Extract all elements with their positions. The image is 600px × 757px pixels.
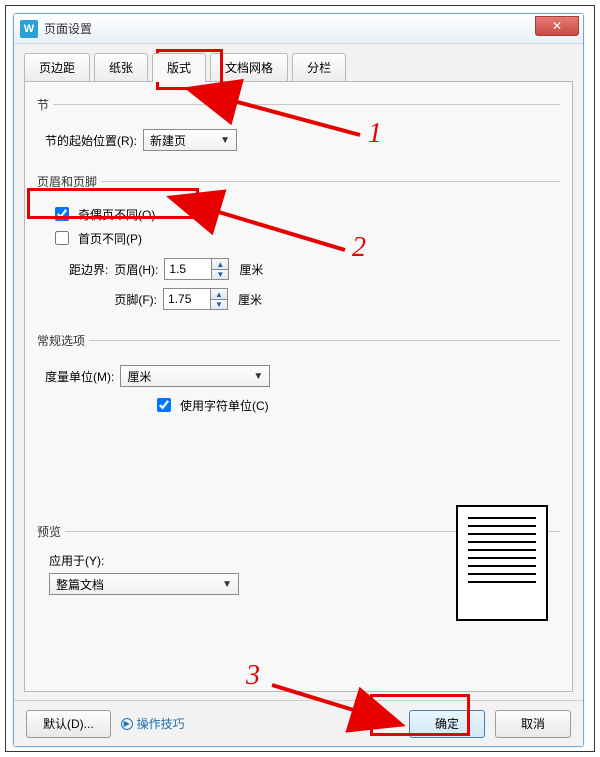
tab-paper[interactable]: 纸张 bbox=[94, 53, 148, 82]
close-button[interactable]: ✕ bbox=[535, 16, 579, 36]
header-footer-legend: 页眉和页脚 bbox=[37, 173, 101, 190]
spinner-down-icon[interactable]: ▼ bbox=[211, 299, 227, 309]
header-distance-spinner[interactable]: ▲ ▼ bbox=[164, 258, 229, 280]
window-title: 页面设置 bbox=[44, 20, 92, 37]
first-page-checkbox[interactable] bbox=[55, 231, 69, 245]
odd-even-checkbox[interactable] bbox=[55, 207, 69, 221]
tab-layout[interactable]: 版式 bbox=[152, 53, 206, 82]
char-unit-label: 使用字符单位(C) bbox=[180, 397, 269, 414]
titlebar: W 页面设置 ✕ bbox=[14, 14, 583, 44]
section-start-select[interactable]: 新建页 ▼ bbox=[143, 129, 237, 151]
distance-prefix: 距边界: bbox=[69, 261, 108, 278]
preview-page-icon bbox=[456, 505, 548, 621]
char-unit-checkbox[interactable] bbox=[157, 398, 171, 412]
measure-unit-label: 度量单位(M): bbox=[45, 368, 114, 385]
spinner-up-icon[interactable]: ▲ bbox=[212, 259, 228, 269]
tips-label: 操作技巧 bbox=[137, 715, 185, 732]
spinner-down-icon[interactable]: ▼ bbox=[212, 269, 228, 279]
section-start-value: 新建页 bbox=[150, 132, 186, 149]
measure-unit-value: 厘米 bbox=[127, 368, 151, 385]
content-area: 节 节的起始位置(R): 新建页 ▼ 页眉和页脚 奇偶页不同(O) 首页不同(P… bbox=[24, 81, 573, 692]
chevron-down-icon: ▼ bbox=[220, 135, 230, 146]
default-button[interactable]: 默认(D)... bbox=[26, 710, 111, 738]
tab-columns[interactable]: 分栏 bbox=[292, 53, 346, 82]
tabs: 页边距 纸张 版式 文档网格 分栏 bbox=[14, 44, 583, 81]
close-icon: ✕ bbox=[552, 19, 562, 33]
footer-unit: 厘米 bbox=[238, 291, 262, 308]
footer-distance-label: 页脚(F): bbox=[114, 291, 157, 308]
apply-to-select[interactable]: 整篇文档 ▼ bbox=[49, 573, 239, 595]
header-distance-input[interactable] bbox=[164, 258, 212, 280]
preview-thumbnail-area bbox=[456, 505, 556, 621]
app-icon: W bbox=[20, 20, 38, 38]
chevron-down-icon: ▼ bbox=[253, 371, 263, 382]
header-unit: 厘米 bbox=[239, 261, 263, 278]
cancel-button[interactable]: 取消 bbox=[495, 710, 571, 738]
spinner-up-icon[interactable]: ▲ bbox=[211, 289, 227, 299]
ok-button[interactable]: 确定 bbox=[409, 710, 485, 738]
play-icon: ▶ bbox=[121, 718, 133, 730]
tab-margins[interactable]: 页边距 bbox=[24, 53, 90, 82]
general-group: 常规选项 度量单位(M): 厘米 ▼ 使用字符单位(C) bbox=[37, 332, 560, 423]
tips-link[interactable]: ▶ 操作技巧 bbox=[121, 715, 185, 732]
measure-unit-select[interactable]: 厘米 ▼ bbox=[120, 365, 270, 387]
section-group: 节 节的起始位置(R): 新建页 ▼ bbox=[37, 96, 560, 161]
section-start-label: 节的起始位置(R): bbox=[45, 132, 137, 149]
bottom-bar: 默认(D)... ▶ 操作技巧 确定 取消 bbox=[14, 700, 583, 746]
header-distance-label: 页眉(H): bbox=[114, 261, 158, 278]
preview-legend: 预览 bbox=[37, 523, 65, 540]
apply-to-value: 整篇文档 bbox=[56, 576, 104, 593]
odd-even-label: 奇偶页不同(O) bbox=[78, 206, 155, 223]
first-page-label: 首页不同(P) bbox=[78, 230, 142, 247]
section-legend: 节 bbox=[37, 96, 53, 113]
footer-distance-spinner[interactable]: ▲ ▼ bbox=[163, 288, 228, 310]
header-footer-group: 页眉和页脚 奇偶页不同(O) 首页不同(P) 距边界: 页眉(H): ▲ ▼ bbox=[37, 173, 560, 320]
general-legend: 常规选项 bbox=[37, 332, 89, 349]
tab-grid[interactable]: 文档网格 bbox=[210, 53, 288, 82]
page-setup-dialog: W 页面设置 ✕ 页边距 纸张 版式 文档网格 分栏 节 节的起始位置(R): … bbox=[13, 13, 584, 747]
chevron-down-icon: ▼ bbox=[222, 579, 232, 590]
footer-distance-input[interactable] bbox=[163, 288, 211, 310]
